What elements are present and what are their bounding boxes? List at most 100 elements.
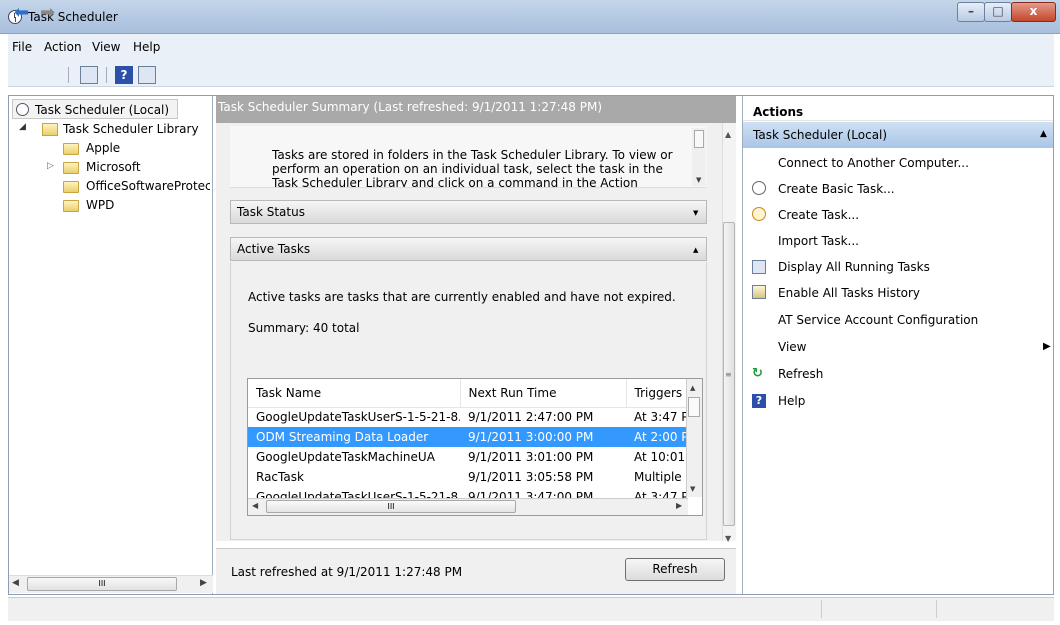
toolbar-separator [106,67,107,83]
collapsed-arrow-icon[interactable]: ▷ [47,161,54,171]
active-tasks-label: Active Tasks [237,242,311,256]
library-folder-icon [42,123,58,136]
actions-group-label: Task Scheduler (Local) [753,128,888,142]
clock-new-icon [752,207,766,221]
active-tasks-table: Task Name Next Run Time Triggers GoogleU… [247,378,703,516]
cell-task-name: RacTask [256,470,304,484]
toolbar [8,59,1054,87]
chevron-up-icon[interactable]: ▲ [693,246,698,254]
tree-root[interactable]: Task Scheduler (Local) [35,103,169,117]
table-scroll-left-icon[interactable]: ◀ [252,501,258,510]
status-bar [8,597,1054,621]
menu-bar [8,34,1054,59]
action-create-task[interactable]: Create Task... [743,202,1053,228]
cell-task-name: GoogleUpdateTaskMachineUA [256,450,435,464]
collapse-up-icon[interactable]: ▲ [1040,129,1047,139]
refresh-button[interactable]: Refresh [625,558,725,581]
action-display-running[interactable]: Display All Running Tasks [743,254,1053,280]
overview-scroll-down-icon[interactable]: ▼ [696,176,701,184]
tree-folder-apple[interactable]: Apple [86,141,120,155]
folder-icon [63,181,79,193]
overview-scroll-thumb[interactable] [694,130,704,148]
tree-folder-microsoft[interactable]: Microsoft [86,160,141,174]
scroll-grip-icon: ≡ [725,370,732,379]
action-create-basic-task[interactable]: Create Basic Task... [743,176,1053,202]
cell-triggers: At 3:47 P [634,410,688,425]
summary-header: Task Scheduler Summary (Last refreshed: … [216,96,736,123]
folder-icon [63,200,79,212]
cell-triggers: Multiple [634,470,682,484]
menu-file[interactable]: File [12,40,32,54]
cell-next-run: 9/1/2011 3:05:58 PM [468,470,594,484]
forward-arrow-icon[interactable]: ➡ [40,2,58,23]
last-refreshed-text: Last refreshed at 9/1/2011 1:27:48 PM [231,565,463,579]
help-icon: ? [752,394,766,408]
back-arrow-icon[interactable]: ⬅ [14,2,32,23]
running-tasks-icon [752,260,766,274]
tree-library[interactable]: Task Scheduler Library [63,122,199,136]
clock-icon [16,103,29,116]
scroll-right-arrow-icon[interactable]: ▶ [200,578,207,588]
table-scroll-up-icon[interactable]: ▲ [690,384,695,392]
action-import-task[interactable]: Import Task... [743,228,1053,254]
action-refresh[interactable]: Refresh [743,361,1053,387]
table-row[interactable]: GoogleUpdateTaskUserS-1-5-21-8... 9/1/20… [248,407,688,427]
action-at-service[interactable]: AT Service Account Configuration [743,307,1053,333]
cell-next-run: 9/1/2011 3:01:00 PM [468,450,594,464]
table-hscroll-thumb[interactable]: III [266,500,516,513]
maximize-button[interactable]: □ [984,2,1012,22]
overview-line: Tasks are stored in folders in the Task … [272,148,673,162]
submenu-arrow-icon: ▶ [1043,341,1051,352]
overview-box: Tasks are stored in folders in the Task … [230,126,707,188]
cell-next-run: 9/1/2011 3:00:00 PM [460,427,626,447]
cell-task-name: ODM Streaming Data Loader [248,427,460,447]
column-next-run-time[interactable]: Next Run Time [460,379,627,408]
menu-help[interactable]: Help [133,40,160,54]
column-triggers[interactable]: Triggers [626,379,689,408]
show-hide-action-pane-icon[interactable] [138,66,156,84]
active-tasks-summary: Summary: 40 total [248,321,360,335]
tree-scroll-thumb[interactable]: III [27,577,177,591]
folder-icon [63,143,79,155]
menu-view[interactable]: View [92,40,120,54]
minimize-button[interactable]: – [957,2,985,22]
actions-group-header[interactable]: Task Scheduler (Local) [743,122,1053,148]
chevron-down-icon[interactable]: ▼ [693,209,698,217]
scroll-down-arrow-icon[interactable]: ▼ [725,534,731,543]
task-status-header[interactable]: Task Status [230,200,707,224]
scroll-left-arrow-icon[interactable]: ◀ [12,578,19,588]
task-status-label: Task Status [237,205,305,219]
table-scroll-right-icon[interactable]: ▶ [676,501,682,510]
cell-next-run: 9/1/2011 2:47:00 PM [468,410,594,425]
table-row[interactable]: GoogleUpdateTaskMachineUA 9/1/2011 3:01:… [248,447,688,467]
actions-header: Actions [743,101,1053,121]
title-bar [0,0,1060,34]
help-icon[interactable]: ? [115,66,133,84]
action-help[interactable]: Help [743,388,1053,414]
show-hide-console-tree-icon[interactable] [80,66,98,84]
status-divider [936,600,937,618]
close-button[interactable]: x [1011,2,1056,22]
table-vscroll-thumb[interactable] [688,397,700,417]
table-row-selected[interactable]: ODM Streaming Data Loader 9/1/2011 3:00:… [248,427,688,447]
refresh-icon: ↻ [752,366,763,381]
column-task-name[interactable]: Task Name [248,379,461,408]
table-scroll-down-icon[interactable]: ▼ [690,485,695,493]
expand-arrow-icon[interactable]: ◢ [19,122,26,132]
history-icon [752,285,766,299]
action-view[interactable]: View [743,334,1053,360]
folder-icon [63,162,79,174]
toolbar-separator [68,67,69,83]
active-tasks-header[interactable]: Active Tasks [230,237,707,261]
tree-folder-officesoftwareprotect[interactable]: OfficeSoftwareProtect [86,179,210,193]
overview-line: perform an operation on an individual ta… [272,162,663,176]
scroll-up-arrow-icon[interactable]: ▲ [725,130,731,139]
action-connect[interactable]: Connect to Another Computer... [743,150,1053,176]
action-enable-history[interactable]: Enable All Tasks History [743,280,1053,306]
menu-action[interactable]: Action [44,40,82,54]
active-tasks-description: Active tasks are tasks that are currentl… [248,290,676,304]
overview-line: Task Scheduler Library and click on a co… [272,176,638,188]
tree-folder-wpd[interactable]: WPD [86,198,114,212]
table-row[interactable]: RacTask 9/1/2011 3:05:58 PM Multiple [248,467,688,487]
cell-triggers: At 2:00 P [626,427,688,447]
